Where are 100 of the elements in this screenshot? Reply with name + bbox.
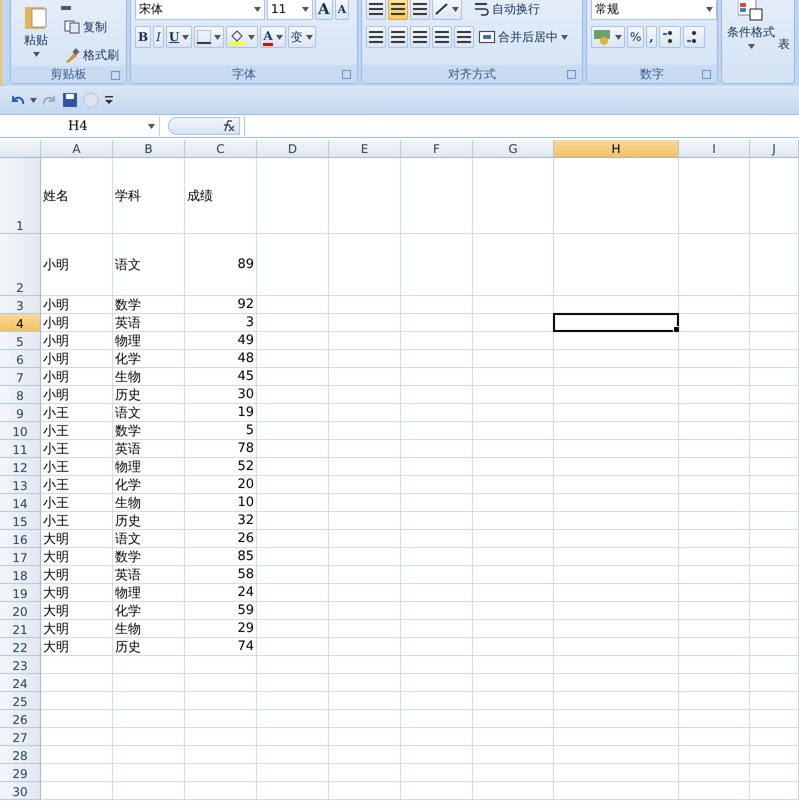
brush-icon [64,47,80,63]
empty-cell [401,332,473,350]
empty-cell [257,764,329,782]
increase-decimal-button[interactable] [658,26,681,48]
row-header[interactable]: 27 [0,728,41,746]
customize-toolbar-icon[interactable] [105,96,113,104]
merge-center-button[interactable]: 合并后居中 [476,26,571,48]
name-box[interactable]: H4 [0,116,160,136]
save-icon[interactable] [63,93,77,107]
middle-align-button[interactable] [388,0,408,20]
font-size-dropdown[interactable]: 11 [267,0,313,20]
row-header[interactable]: 8 [0,386,41,404]
italic-button[interactable]: I [153,26,164,48]
row-header[interactable]: 19 [0,584,41,602]
row-header[interactable]: 20 [0,602,41,620]
empty-cell [257,332,329,350]
row-header[interactable]: 4 [0,314,41,332]
column-header[interactable]: F [401,140,473,158]
row-header[interactable]: 14 [0,494,41,512]
font-color-button[interactable]: A [260,26,286,48]
column-header[interactable]: E [329,140,401,158]
empty-cell [329,584,401,602]
row-header[interactable]: 13 [0,476,41,494]
grow-font-button[interactable]: A [315,0,333,20]
row-header[interactable]: 2 [0,234,41,296]
row-header[interactable]: 23 [0,656,41,674]
column-header[interactable]: G [473,140,554,158]
empty-cell [329,674,401,692]
empty-cell [329,656,401,674]
currency-button[interactable] [591,26,625,48]
bold-button[interactable]: B [135,26,152,48]
row-header[interactable]: 10 [0,422,41,440]
paste-button[interactable]: 粘贴 [15,0,57,66]
wrap-text-button[interactable]: 自动换行 [472,0,543,20]
row-header[interactable]: 21 [0,620,41,638]
dropdown-caret-icon [276,34,283,40]
function-icon[interactable] [221,120,235,132]
row-header[interactable]: 1 [0,158,41,234]
decrease-decimal-button[interactable] [682,26,705,48]
percent-button[interactable]: % [627,26,644,48]
bottom-align-button[interactable] [410,0,430,20]
align-right-button[interactable] [410,26,430,48]
column-header[interactable]: B [113,140,185,158]
row-header[interactable]: 28 [0,746,41,764]
font-name-dropdown[interactable]: 宋体 [135,0,265,20]
column-header[interactable]: A [41,140,113,158]
row-header[interactable]: 17 [0,548,41,566]
row-header[interactable]: 26 [0,710,41,728]
row-header[interactable]: 7 [0,368,41,386]
row-header[interactable]: 18 [0,566,41,584]
table-cell: 小王 [41,440,113,458]
row-header[interactable]: 5 [0,332,41,350]
row-header[interactable]: 6 [0,350,41,368]
empty-cell [401,602,473,620]
empty-cell [113,692,185,710]
borders-button[interactable] [194,26,224,48]
shrink-font-button[interactable]: A [334,0,350,20]
column-header[interactable]: I [679,140,750,158]
fill-color-button[interactable] [226,26,258,48]
format-painter-button[interactable]: 格式刷 [61,44,122,66]
copy-icon [64,20,80,34]
row-header[interactable]: 11 [0,440,41,458]
column-header[interactable]: C [185,140,257,158]
row-header[interactable]: 24 [0,674,41,692]
orientation-button[interactable] [432,0,462,20]
number-format-dropdown[interactable]: 常规 [591,0,717,20]
row-header[interactable]: 9 [0,404,41,422]
increase-indent-button[interactable] [454,26,474,48]
empty-cell [750,584,799,602]
top-align-button[interactable] [366,0,386,20]
column-header[interactable]: J [750,140,799,158]
column-header[interactable]: H [554,140,679,158]
empty-cell [679,476,750,494]
row-header[interactable]: 16 [0,530,41,548]
empty-cell [679,728,750,746]
comma-style-button[interactable]: , [646,26,657,48]
row-header[interactable]: 15 [0,512,41,530]
row-header[interactable]: 25 [0,692,41,710]
table-cell: 小王 [41,404,113,422]
row-header[interactable]: 12 [0,458,41,476]
copy-button[interactable]: 复制 [61,16,122,38]
decrease-indent-button[interactable] [432,26,452,48]
decrease-indent-icon [435,31,449,43]
column-header[interactable]: D [257,140,329,158]
row-header[interactable]: 29 [0,764,41,782]
table-cell: 52 [185,458,257,476]
empty-cell [113,674,185,692]
dropdown-caret-icon [452,6,459,12]
table-cell: 小明 [41,386,113,404]
align-left-button[interactable] [366,26,386,48]
underline-button[interactable]: U [166,26,192,48]
row-header[interactable]: 30 [0,782,41,800]
row-header[interactable]: 22 [0,638,41,656]
increase-indent-icon [457,31,471,43]
conditional-formatting-button[interactable]: 条件格式 [726,0,776,83]
empty-cell [113,764,185,782]
phonetic-guide-button[interactable]: 变 [288,26,316,48]
center-button[interactable] [388,26,408,48]
undo-icon[interactable] [10,94,24,106]
row-header[interactable]: 3 [0,296,41,314]
